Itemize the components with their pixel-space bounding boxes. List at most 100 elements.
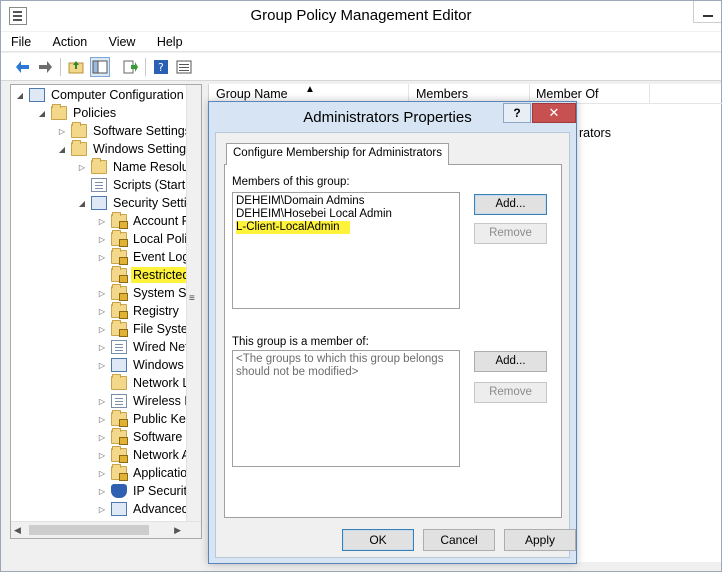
tree-node-file-system[interactable]: ▷ File Systen [97, 320, 197, 338]
expand-icon[interactable]: ▷ [97, 306, 107, 316]
tree-node-policies[interactable]: ◢ Policies [37, 104, 118, 122]
add-member-of-button[interactable]: Add... [474, 351, 547, 372]
list-item[interactable]: L-Client-LocalAdmin [236, 221, 350, 234]
title-bar[interactable]: Group Policy Management Editor [1, 1, 721, 31]
apply-button[interactable]: Apply [504, 529, 576, 551]
expand-icon[interactable]: ▷ [97, 360, 107, 370]
expand-icon[interactable]: ▷ [97, 288, 107, 298]
tree-node-computer-configuration[interactable]: ◢ Computer Configuration [15, 86, 186, 104]
members-label: Members of this group: [232, 176, 350, 188]
expand-icon[interactable]: ▷ [97, 468, 107, 478]
column-group-name[interactable]: Group Name [216, 87, 288, 101]
forward-arrow-icon[interactable] [35, 57, 55, 77]
tree-node-name-resolution[interactable]: ▷ Name Resolut [77, 158, 194, 176]
tree-node-ip-security[interactable]: ▷ IP Security [97, 482, 195, 500]
tree-node-windows-firewall[interactable]: ▷ Windows I [97, 356, 193, 374]
add-member-button[interactable]: Add... [474, 194, 547, 215]
dialog-close-button[interactable]: ✕ [532, 103, 576, 123]
tree-node-scripts[interactable]: Scripts (Startu [77, 176, 194, 194]
help-icon[interactable]: ? [151, 57, 171, 77]
tree-node-public-key[interactable]: ▷ Public Key [97, 410, 194, 428]
back-arrow-icon[interactable] [13, 57, 33, 77]
tree-node-event-log[interactable]: ▷ Event Log [97, 248, 191, 266]
dialog-help-button[interactable]: ? [503, 103, 531, 123]
tree-node-restricted-groups[interactable]: Restricted [97, 266, 192, 284]
scroll-thumb[interactable] [29, 525, 149, 535]
tree-node-software-settings[interactable]: ▷ Software Settings [57, 122, 193, 140]
expand-icon[interactable]: ▷ [97, 414, 107, 424]
show-hide-tree-icon[interactable] [90, 57, 110, 77]
folder-icon [71, 140, 87, 156]
tree-node-advanced-audit[interactable]: ▷ Advanced [97, 500, 191, 518]
expand-icon[interactable]: ▷ [77, 162, 87, 172]
members-list[interactable]: DEHEIM\Domain Admins DEHEIM\Hosebei Loca… [232, 192, 460, 309]
list-item[interactable]: DEHEIM\Hosebei Local Admin [236, 208, 456, 221]
lock-folder-icon [111, 248, 128, 265]
tree-node-network-access[interactable]: ▷ Network A [97, 446, 192, 464]
folder-icon [51, 104, 67, 120]
scroll-left-icon[interactable]: ◀ [14, 525, 21, 536]
collapse-icon[interactable]: ◢ [15, 90, 25, 100]
expand-icon[interactable]: ▷ [97, 432, 107, 442]
expand-icon[interactable]: ▷ [97, 504, 107, 514]
tree-node-wired-network[interactable]: ▷ Wired Net [97, 338, 191, 356]
properties-icon[interactable] [174, 57, 194, 77]
export-list-icon[interactable] [120, 57, 140, 77]
security-icon [91, 196, 107, 210]
folder-icon [111, 374, 127, 390]
folder-icon [71, 122, 87, 138]
expand-icon[interactable]: ▷ [97, 234, 107, 244]
tab-panel: Members of this group: DEHEIM\Domain Adm… [224, 164, 562, 518]
dialog-body: Configure Membership for Administrators … [215, 132, 576, 558]
remove-member-button[interactable]: Remove [474, 223, 547, 244]
list-item[interactable]: DEHEIM\Domain Admins [236, 195, 456, 208]
list-cell[interactable]: rators [579, 126, 611, 140]
expand-icon[interactable]: ▷ [97, 486, 107, 496]
expand-icon[interactable]: ▷ [97, 216, 107, 226]
tree-node-local-policies[interactable]: ▷ Local Polic [97, 230, 195, 248]
tree-node-wireless-network[interactable]: ▷ Wireless N [97, 392, 195, 410]
tree-node-security-settings[interactable]: ◢ Security Settin [77, 194, 196, 212]
up-folder-icon[interactable] [66, 57, 86, 77]
lock-folder-icon [111, 230, 128, 247]
scroll-grip-icon[interactable]: ≡ [189, 294, 200, 311]
collapse-icon[interactable]: ◢ [57, 144, 67, 154]
tree-node-windows-settings[interactable]: ◢ Windows Settings [57, 140, 194, 158]
ok-button[interactable]: OK [342, 529, 414, 551]
status-bar [1, 563, 721, 571]
tree-horizontal-scrollbar[interactable]: ◀ ▶ [11, 521, 201, 538]
tree-node-account-policies[interactable]: ▷ Account P [97, 212, 192, 230]
shield-icon [111, 484, 127, 498]
tab-configure-membership[interactable]: Configure Membership for Administrators [226, 143, 449, 165]
menu-file[interactable]: File [1, 32, 39, 49]
expand-icon[interactable]: ▷ [97, 450, 107, 460]
firewall-icon [111, 502, 127, 516]
tree-node-network-list[interactable]: Network L [97, 374, 191, 392]
cancel-button[interactable]: Cancel [423, 529, 495, 551]
svg-text:?: ? [158, 61, 164, 74]
window-title: Group Policy Management Editor [250, 7, 472, 24]
expand-icon[interactable]: ▷ [97, 252, 107, 262]
expand-icon[interactable]: ▷ [97, 342, 107, 352]
tree-node-application-control[interactable]: ▷ Applicatio [97, 464, 189, 482]
tree-node-registry[interactable]: ▷ Registry [97, 302, 181, 320]
column-member-of[interactable]: Member Of [536, 87, 599, 101]
collapse-icon[interactable]: ◢ [77, 198, 87, 208]
expand-icon[interactable]: ▷ [97, 324, 107, 334]
scroll-right-icon[interactable]: ▶ [174, 525, 181, 536]
expand-icon[interactable]: ▷ [97, 396, 107, 406]
member-of-list[interactable]: <The groups to which this group belongs … [232, 350, 460, 467]
menu-action[interactable]: Action [43, 32, 96, 49]
menu-view[interactable]: View [99, 32, 144, 49]
tree-node-software-restriction[interactable]: ▷ Software R [97, 428, 197, 446]
remove-member-of-button[interactable]: Remove [474, 382, 547, 403]
tree-node-system-services[interactable]: ▷ System Se [97, 284, 195, 302]
expand-icon[interactable]: ▷ [57, 126, 67, 136]
firewall-icon [111, 358, 127, 372]
tree-vertical-scrollbar[interactable]: ≡ [186, 85, 201, 522]
collapse-icon[interactable]: ◢ [37, 108, 47, 118]
console-tree[interactable]: ◢ Computer Configuration ◢ Policies ▷ So… [10, 84, 202, 539]
minimize-button[interactable] [693, 1, 721, 23]
column-members[interactable]: Members [416, 87, 468, 101]
menu-help[interactable]: Help [147, 32, 191, 49]
